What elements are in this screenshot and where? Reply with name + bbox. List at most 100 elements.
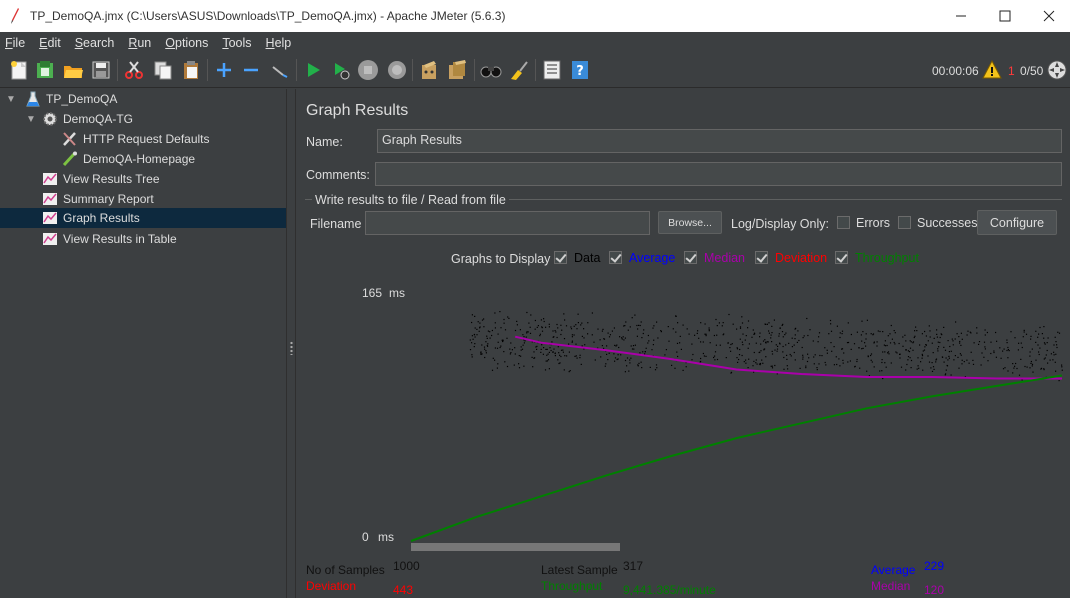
data-point — [1037, 344, 1039, 346]
menu-run[interactable]: Run — [128, 36, 151, 50]
clear-icon[interactable] — [418, 59, 440, 81]
cut-icon[interactable] — [123, 59, 145, 81]
data-point — [847, 341, 850, 344]
data-point — [1024, 365, 1026, 368]
data-point — [954, 355, 956, 357]
splitter-grip-icon — [290, 341, 293, 355]
data-point — [940, 333, 942, 335]
menu-tools[interactable]: Tools — [222, 36, 251, 50]
data-point — [494, 347, 496, 349]
data-point — [623, 339, 625, 341]
tree-node-summary-report[interactable]: Summary Report — [41, 189, 154, 209]
data-point — [560, 324, 562, 326]
collapse-icon[interactable] — [240, 59, 262, 81]
data-point — [873, 366, 875, 368]
menu-help[interactable]: Help — [266, 36, 292, 50]
data-point — [859, 367, 861, 369]
data-point — [925, 344, 927, 346]
remote-engines-icon[interactable] — [1047, 60, 1067, 80]
data-point — [562, 351, 564, 353]
data-point — [474, 327, 476, 329]
data-point — [1030, 338, 1032, 340]
data-point — [870, 333, 872, 335]
menu-search[interactable]: Search — [75, 36, 115, 50]
data-point — [559, 354, 561, 356]
svg-text:?: ? — [576, 64, 584, 79]
warning-icon[interactable] — [982, 60, 1002, 79]
data-point — [836, 363, 838, 366]
start-no-pause-icon[interactable] — [330, 59, 352, 81]
maximize-icon — [999, 10, 1011, 22]
data-point — [682, 369, 684, 371]
menu-options[interactable]: Options — [165, 36, 208, 50]
start-icon[interactable] — [302, 59, 324, 81]
collapse-arrow-icon[interactable]: ▼ — [26, 114, 36, 125]
function-helper-icon[interactable] — [541, 59, 563, 81]
data-point — [993, 350, 995, 352]
data-point — [1052, 359, 1054, 361]
split-pane-divider[interactable] — [286, 89, 296, 598]
close-button[interactable] — [1026, 0, 1070, 32]
data-point — [1043, 337, 1045, 339]
data-point — [950, 374, 952, 376]
data-point — [1012, 363, 1014, 365]
data-point — [1013, 367, 1015, 369]
data-point — [816, 367, 818, 369]
data-point — [942, 356, 944, 358]
tree-node-view-results-table[interactable]: View Results in Table — [41, 229, 177, 249]
data-point — [647, 334, 649, 337]
search-icon[interactable] — [480, 59, 502, 81]
data-point — [783, 368, 785, 370]
menu-edit[interactable]: Edit — [39, 36, 61, 50]
data-point — [483, 318, 485, 320]
data-point — [1018, 342, 1020, 344]
shutdown-icon[interactable] — [386, 59, 408, 81]
data-point — [825, 364, 827, 366]
data-point — [502, 339, 504, 341]
menu-file[interactable]: File — [5, 36, 25, 50]
data-point — [547, 353, 549, 355]
maximize-button[interactable] — [982, 0, 1028, 32]
data-point — [526, 332, 528, 334]
minimize-button[interactable] — [938, 0, 984, 32]
templates-icon[interactable] — [34, 59, 56, 81]
data-point — [1056, 346, 1058, 349]
data-point — [819, 354, 821, 357]
data-point — [887, 335, 889, 337]
data-point — [591, 312, 593, 314]
paste-icon[interactable] — [180, 59, 202, 81]
data-point — [703, 355, 705, 357]
data-point — [550, 349, 552, 352]
collapse-arrow-icon[interactable]: ▼ — [6, 94, 16, 105]
tree-node-thread-group[interactable]: DemoQA-TG — [41, 109, 133, 129]
data-point — [624, 325, 626, 327]
data-point — [870, 353, 873, 355]
data-point — [802, 356, 804, 358]
tree-node-test-plan[interactable]: TP_DemoQA — [24, 89, 117, 109]
data-point — [905, 369, 907, 371]
data-point — [601, 345, 603, 347]
data-point — [802, 358, 804, 360]
data-point — [685, 366, 687, 368]
data-point — [654, 369, 657, 371]
clear-all-icon[interactable] — [446, 59, 468, 81]
data-point — [937, 348, 939, 350]
tree-node-graph-results[interactable]: Graph Results — [0, 208, 286, 228]
tree-node-view-results-tree[interactable]: View Results Tree — [41, 169, 160, 189]
tree-node-http-sampler[interactable]: DemoQA-Homepage — [61, 149, 195, 169]
help-icon[interactable]: ? — [569, 59, 591, 81]
data-point — [764, 339, 766, 341]
graph-scrollbar[interactable] — [411, 543, 620, 551]
tree-node-http-defaults[interactable]: HTTP Request Defaults — [61, 129, 210, 149]
save-icon[interactable] — [90, 59, 112, 81]
new-icon[interactable] — [8, 59, 30, 81]
data-point — [523, 365, 525, 367]
data-point — [879, 330, 881, 333]
open-icon[interactable] — [62, 59, 84, 81]
copy-icon[interactable] — [152, 59, 174, 81]
stop-icon[interactable] — [357, 59, 379, 81]
reset-search-icon[interactable] — [508, 59, 530, 81]
expand-icon[interactable] — [213, 59, 235, 81]
toggle-icon[interactable] — [268, 59, 290, 81]
data-point — [770, 337, 772, 339]
